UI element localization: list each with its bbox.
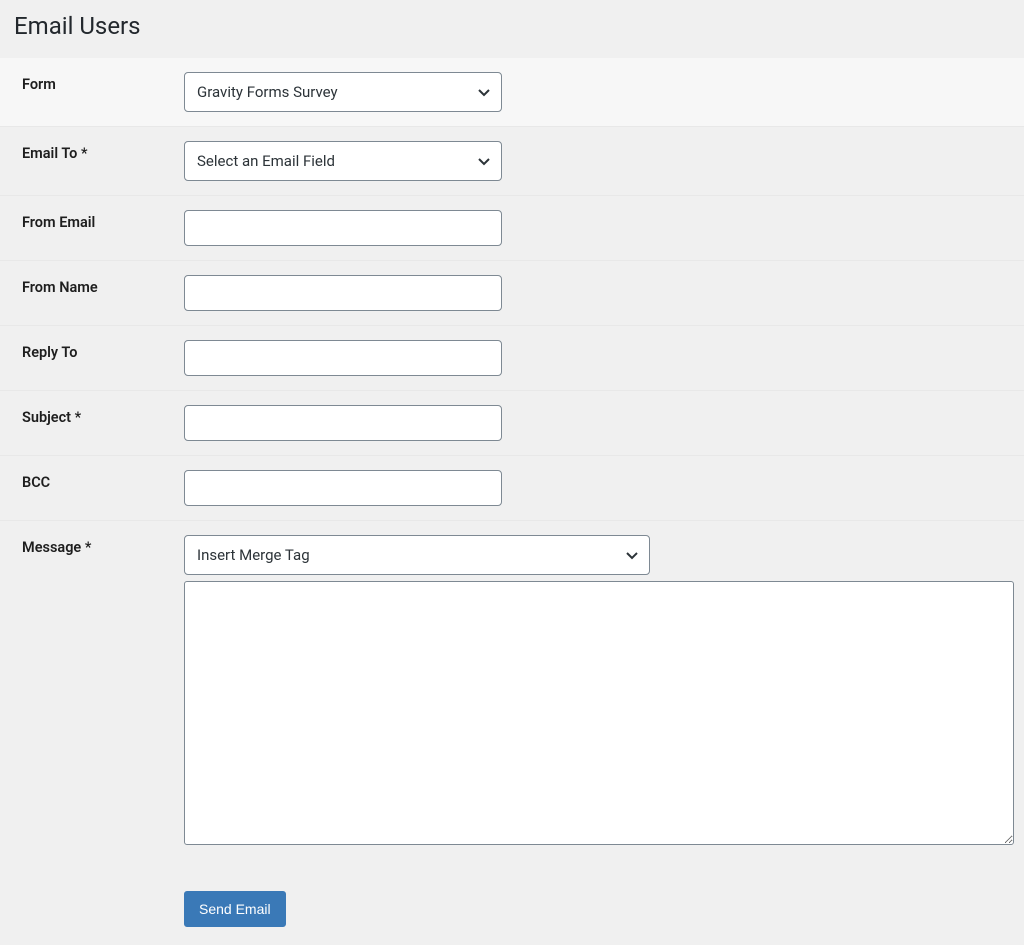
subject-label: Subject * (0, 391, 184, 456)
form-row-bcc: BCC (0, 456, 1024, 521)
form-row-form: Form Gravity Forms Survey (0, 58, 1024, 127)
reply-to-input[interactable] (184, 340, 502, 376)
subject-input[interactable] (184, 405, 502, 441)
from-email-label: From Email (0, 196, 184, 261)
from-email-input[interactable] (184, 210, 502, 246)
reply-to-label: Reply To (0, 326, 184, 391)
form-row-from-name: From Name (0, 261, 1024, 326)
email-to-select[interactable]: Select an Email Field (184, 141, 502, 181)
submit-row: Send Email (0, 863, 1024, 945)
form-row-from-email: From Email (0, 196, 1024, 261)
form-label: Form (0, 58, 184, 127)
from-name-label: From Name (0, 261, 184, 326)
page-title: Email Users (0, 0, 1024, 58)
form-row-reply-to: Reply To (0, 326, 1024, 391)
form-select[interactable]: Gravity Forms Survey (184, 72, 502, 112)
message-label: Message * (0, 521, 184, 864)
send-email-button[interactable]: Send Email (184, 891, 286, 927)
bcc-label: BCC (0, 456, 184, 521)
merge-tag-select[interactable]: Insert Merge Tag (184, 535, 650, 575)
form-row-subject: Subject * (0, 391, 1024, 456)
bcc-input[interactable] (184, 470, 502, 506)
form-row-email-to: Email To * Select an Email Field (0, 127, 1024, 196)
form-row-message: Message * Insert Merge Tag (0, 521, 1024, 864)
from-name-input[interactable] (184, 275, 502, 311)
email-form-table: Form Gravity Forms Survey Email To * Sel… (0, 58, 1024, 863)
email-to-label: Email To * (0, 127, 184, 196)
message-textarea[interactable] (184, 581, 1014, 845)
